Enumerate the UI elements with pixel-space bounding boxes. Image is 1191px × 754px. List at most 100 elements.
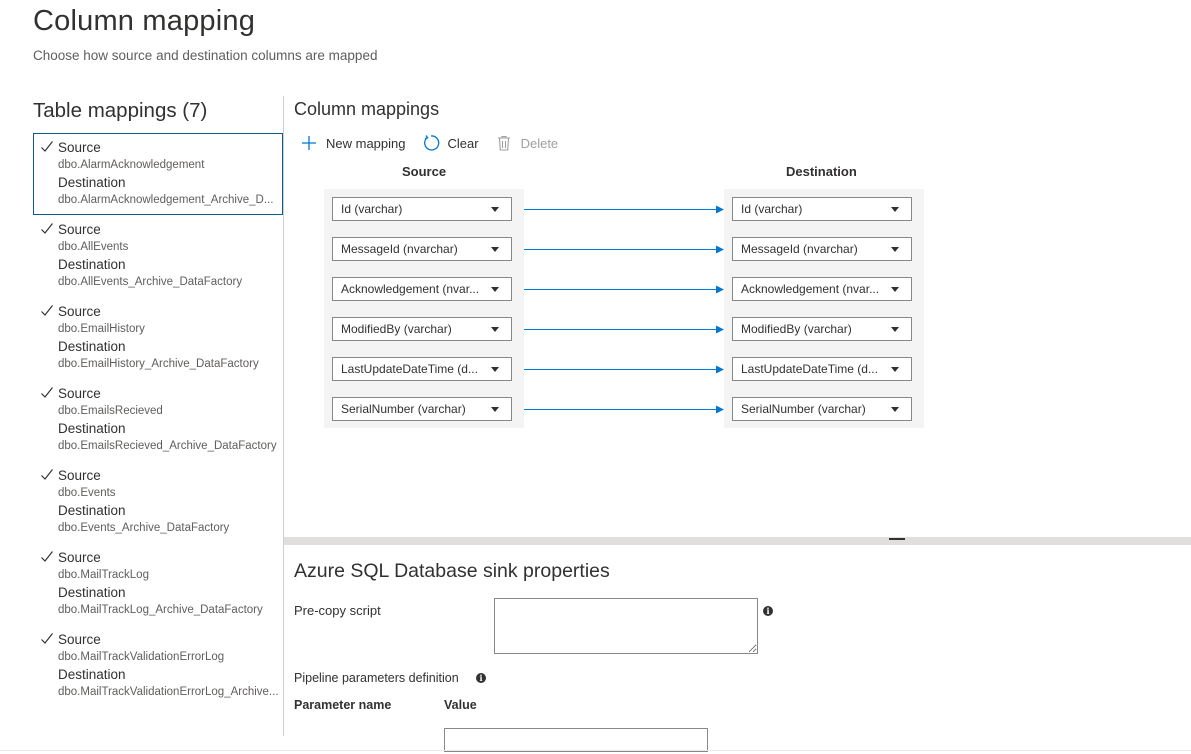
checkbox[interactable] — [40, 386, 54, 400]
chevron-down-icon — [491, 407, 499, 412]
table-mapping-item[interactable]: Source dbo.MailTrackValidationErrorLog Des… — [33, 625, 283, 707]
source-column-dropdown[interactable]: Id (varchar) — [332, 197, 512, 221]
table-mappings-title: Table mappings (7) — [33, 99, 208, 122]
chevron-down-icon — [491, 367, 499, 372]
source-column-dropdown[interactable]: ModifiedBy (varchar) — [332, 317, 512, 341]
destination-column-value: MessageId (nvarchar) — [741, 242, 858, 256]
table-mappings-list: Source dbo.AlarmAcknowledgement Destinatio… — [33, 133, 283, 707]
destination-table-name: dbo.Events_Archive_DataFactory — [58, 522, 230, 534]
source-label: Source — [58, 304, 101, 319]
source-table-name: dbo.AlarmAcknowledgement — [58, 159, 205, 171]
destination-column-value: ModifiedBy (varchar) — [741, 322, 852, 336]
destination-columns-panel: Id (varchar) MessageId (nvarchar) Acknowle… — [724, 189, 924, 428]
source-column-dropdown[interactable]: LastUpdateDateTime (d... — [332, 357, 512, 381]
destination-label: Destination — [58, 585, 126, 600]
chevron-down-icon — [491, 327, 499, 332]
source-column-value: ModifiedBy (varchar) — [341, 322, 452, 336]
source-column-dropdown[interactable]: MessageId (nvarchar) — [332, 237, 512, 261]
pipeline-parameters-label: Pipeline parameters definition — [294, 671, 459, 685]
source-column-value: MessageId (nvarchar) — [341, 242, 458, 256]
arrow-head-icon — [716, 325, 724, 334]
page-title: Column mapping — [33, 5, 256, 37]
source-label: Source — [58, 222, 101, 237]
destination-column-value: Acknowledgement (nvar... — [741, 282, 880, 296]
source-column-dropdown[interactable]: Acknowledgement (nvar... — [332, 277, 512, 301]
destination-column-dropdown[interactable]: Acknowledgement (nvar... — [732, 277, 912, 301]
chevron-down-icon — [491, 207, 499, 212]
source-column-header: Source — [402, 164, 447, 179]
delete-button[interactable]: Delete — [495, 134, 559, 152]
checkbox[interactable] — [40, 304, 54, 318]
arrow-head-icon — [716, 205, 724, 214]
destination-label: Destination — [58, 175, 126, 190]
source-table-name: dbo.EmailsRecieved — [58, 405, 163, 417]
chevron-down-icon — [891, 207, 899, 212]
destination-column-dropdown[interactable]: SerialNumber (varchar) — [732, 397, 912, 421]
source-table-name: dbo.AllEvents — [58, 241, 129, 253]
pre-copy-script-input[interactable] — [494, 598, 758, 654]
source-column-value: Id (varchar) — [341, 202, 403, 216]
column-mappings-title: Column mappings — [294, 99, 440, 119]
mapping-arrows — [524, 205, 724, 414]
destination-column-value: SerialNumber (varchar) — [741, 402, 866, 416]
delete-label: Delete — [520, 135, 559, 151]
source-label: Source — [58, 632, 101, 647]
page-subtitle: Choose how source and destination column… — [33, 48, 378, 63]
destination-label: Destination — [58, 339, 126, 354]
destination-label: Destination — [58, 257, 126, 272]
table-mapping-item[interactable]: Source dbo.MailTrackLog Destination dbo.Mai… — [33, 543, 283, 625]
checkbox[interactable] — [40, 140, 54, 154]
plus-icon — [300, 134, 318, 152]
checkbox[interactable] — [40, 632, 54, 646]
panel-divider — [283, 96, 284, 736]
source-label: Source — [58, 550, 101, 565]
parameter-value-input[interactable] — [444, 728, 708, 752]
source-label: Source — [58, 386, 101, 401]
source-table-name: dbo.Events — [58, 487, 116, 499]
new-mapping-label: New mapping — [326, 135, 406, 151]
destination-column-dropdown[interactable]: Id (varchar) — [732, 197, 912, 221]
destination-table-name: dbo.AllEvents_Archive_DataFactory — [58, 276, 243, 288]
sink-properties-title: Azure SQL Database sink properties — [294, 560, 610, 582]
chevron-down-icon — [891, 407, 899, 412]
destination-table-name: dbo.MailTrackLog_Archive_DataFactory — [58, 604, 263, 616]
destination-table-name: dbo.AlarmAcknowledgement_Archive_D... — [58, 194, 274, 206]
destination-label: Destination — [58, 667, 126, 682]
checkbox[interactable] — [40, 222, 54, 236]
chevron-down-icon — [891, 367, 899, 372]
table-mapping-item[interactable]: Source dbo.EmailsRecieved Destination dbo.E… — [33, 379, 283, 461]
destination-column-dropdown[interactable]: MessageId (nvarchar) — [732, 237, 912, 261]
clear-button[interactable]: Clear — [422, 134, 479, 152]
info-icon[interactable]: i — [476, 673, 486, 683]
pre-copy-script-label: Pre-copy script — [294, 603, 381, 618]
arrow-head-icon — [716, 285, 724, 294]
checkbox[interactable] — [40, 550, 54, 564]
chevron-down-icon — [891, 287, 899, 292]
splitter-grip-icon[interactable] — [889, 538, 905, 540]
table-mapping-item[interactable]: Source dbo.Events Destination dbo.Events_Ar… — [33, 461, 283, 543]
table-mapping-item[interactable]: Source dbo.AlarmAcknowledgement Destinatio… — [33, 133, 283, 215]
source-column-value: LastUpdateDateTime (d... — [341, 362, 478, 376]
source-table-name: dbo.MailTrackLog — [58, 569, 149, 581]
destination-label: Destination — [58, 503, 126, 518]
destination-column-value: Id (varchar) — [741, 202, 803, 216]
source-label: Source — [58, 468, 101, 483]
table-mapping-item[interactable]: Source dbo.AllEvents Destination dbo.AllEve… — [33, 215, 283, 297]
source-column-dropdown[interactable]: SerialNumber (varchar) — [332, 397, 512, 421]
destination-column-dropdown[interactable]: LastUpdateDateTime (d... — [732, 357, 912, 381]
value-header: Value — [444, 698, 477, 712]
destination-column-value: LastUpdateDateTime (d... — [741, 362, 878, 376]
destination-column-dropdown[interactable]: ModifiedBy (varchar) — [732, 317, 912, 341]
source-columns-panel: Id (varchar) MessageId (nvarchar) Acknowle… — [324, 189, 524, 428]
parameter-name-header: Parameter name — [294, 698, 392, 712]
arrow-head-icon — [716, 245, 724, 254]
chevron-down-icon — [491, 287, 499, 292]
pane-splitter[interactable] — [284, 537, 1191, 545]
new-mapping-button[interactable]: New mapping — [300, 134, 406, 152]
chevron-down-icon — [891, 327, 899, 332]
source-table-name: dbo.MailTrackValidationErrorLog — [58, 651, 225, 663]
checkbox[interactable] — [40, 468, 54, 482]
source-table-name: dbo.EmailHistory — [58, 323, 145, 335]
table-mapping-item[interactable]: Source dbo.EmailHistory Destination dbo.Ema… — [33, 297, 283, 379]
info-icon[interactable]: i — [763, 606, 773, 616]
